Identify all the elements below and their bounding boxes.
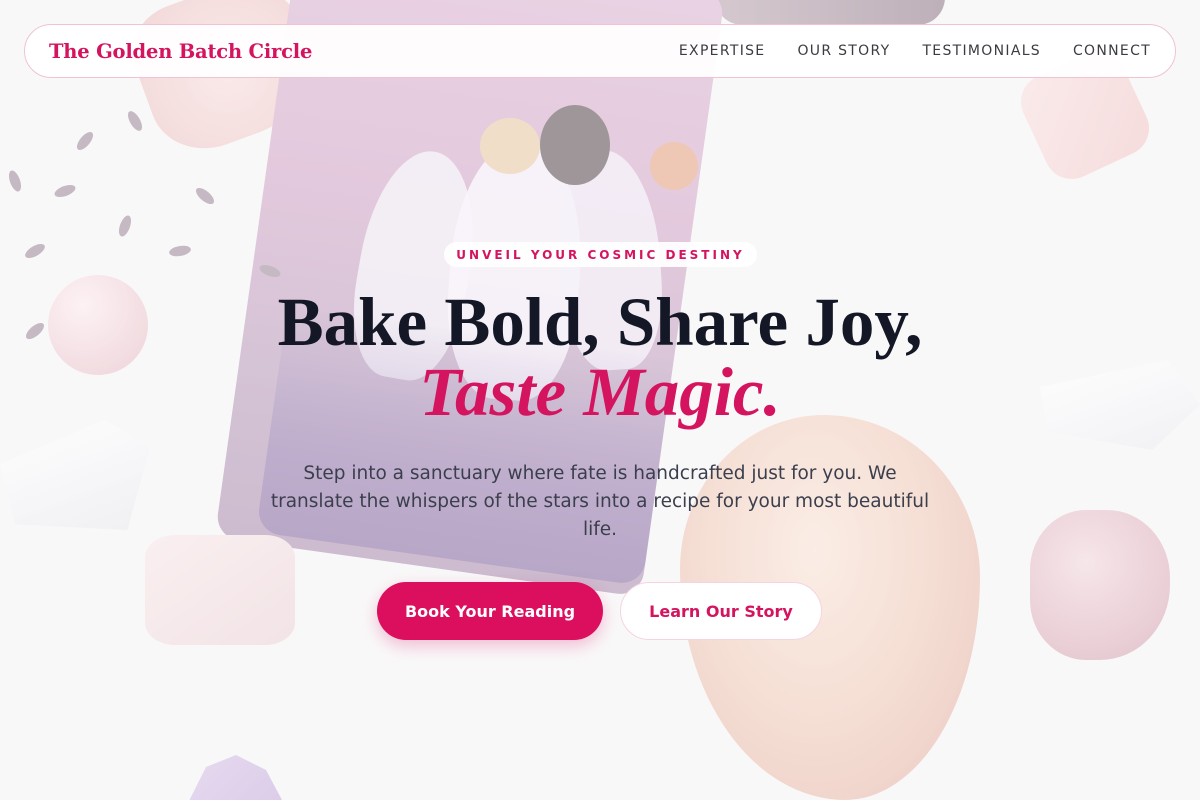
nav-item-our-story[interactable]: OUR STORY	[797, 43, 890, 59]
nav-links: EXPERTISE OUR STORY TESTIMONIALS CONNECT	[679, 43, 1151, 59]
top-navigation-bar: The Golden Batch Circle EXPERTISE OUR ST…	[24, 24, 1176, 78]
nav-item-testimonials[interactable]: TESTIMONIALS	[922, 43, 1041, 59]
hero-subtitle: Step into a sanctuary where fate is hand…	[270, 463, 930, 540]
hero-headline-accent: Taste Magic.	[419, 354, 781, 430]
hero-headline: Bake Bold, Share Joy, Taste Magic.	[0, 287, 1200, 427]
book-reading-button[interactable]: Book Your Reading	[377, 582, 603, 640]
brand-logo-text[interactable]: The Golden Batch Circle	[49, 40, 312, 63]
hero-eyebrow-badge: UNVEIL YOUR COSMIC DESTINY	[444, 242, 757, 267]
nav-item-connect[interactable]: CONNECT	[1073, 43, 1151, 59]
hero-headline-line1: Bake Bold, Share Joy,	[277, 284, 923, 360]
nav-item-expertise[interactable]: EXPERTISE	[679, 43, 766, 59]
learn-story-button[interactable]: Learn Our Story	[620, 582, 822, 640]
